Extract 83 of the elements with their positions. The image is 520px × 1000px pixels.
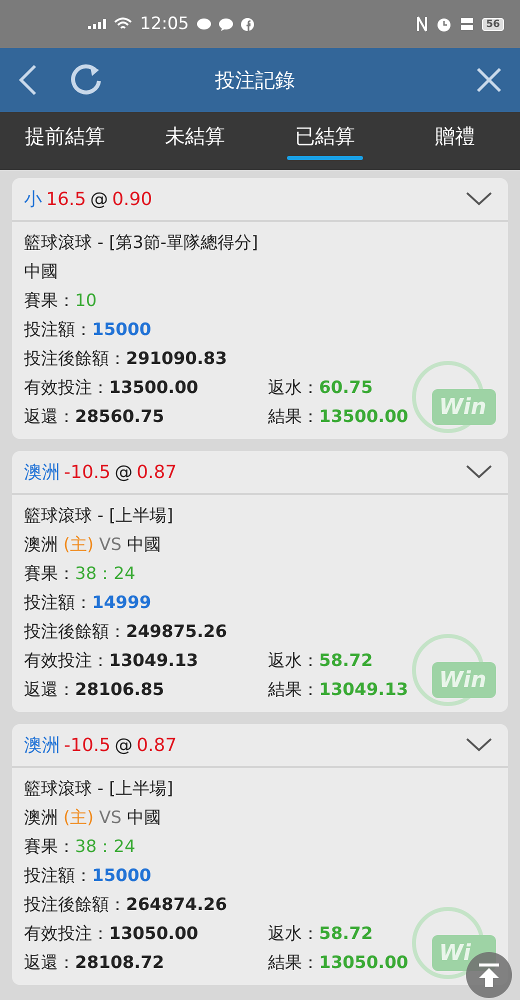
return-value: 28560.75 (75, 406, 164, 426)
home-tag: (主) (63, 533, 94, 556)
rebate-value: 58.72 (319, 924, 373, 944)
home-tag: (主) (63, 806, 94, 829)
stake-value: 15000 (92, 320, 152, 340)
tab[interactable]: 提前結算 (0, 112, 130, 170)
result-value: 38：24 (75, 563, 136, 585)
balance-value: 264874.26 (126, 894, 228, 914)
signal-icon (88, 19, 106, 29)
bet-line: 16.5 (46, 188, 86, 210)
rebate-value: 60.75 (319, 378, 373, 398)
league-label: 籃球滾球 - [第3節-單隊總得分] (24, 232, 258, 254)
stake-label: 投注額： (24, 319, 92, 341)
balance-label: 投注後餘額： (24, 621, 126, 643)
bet-selection: 澳洲 (24, 461, 60, 484)
return-value: 28106.85 (75, 680, 164, 700)
valid-stake-value: 13050.00 (109, 924, 198, 944)
outcome-value: 13049.13 (319, 680, 408, 700)
page-title: 投注記錄 (214, 66, 296, 94)
outcome-label: 結果： (268, 406, 319, 428)
balance-value: 249875.26 (126, 622, 228, 642)
return-label: 返還： (24, 406, 75, 428)
result-value: 38：24 (75, 836, 136, 858)
outcome-value: 13050.00 (319, 952, 408, 972)
away-team: 中國 (126, 807, 161, 829)
chat-bubble-icon (197, 18, 211, 30)
rebate-label: 返水： (268, 650, 319, 672)
rebate-value: 58.72 (319, 650, 373, 670)
at-sign: @ (114, 734, 133, 756)
balance-label: 投注後餘額： (24, 894, 126, 916)
valid-stake-label: 有效投注： (24, 923, 109, 945)
chat-bubble-icon (219, 18, 233, 30)
home-team: 澳洲 (24, 534, 58, 556)
bet-line: -10.5 (64, 734, 111, 756)
alarm-icon (436, 16, 452, 32)
tab[interactable]: 已結算 (260, 112, 390, 170)
outcome-label: 結果： (268, 952, 319, 974)
versus-label: VS (99, 808, 122, 828)
valid-stake-value: 13500.00 (109, 378, 198, 398)
nfc-icon (416, 16, 428, 32)
bet-odds: 0.87 (136, 734, 177, 756)
balance-value: 291090.83 (126, 348, 228, 368)
rebate-label: 返水： (268, 923, 319, 945)
valid-stake-label: 有效投注： (24, 650, 109, 672)
arrow-up-icon (477, 962, 501, 988)
valid-stake-label: 有效投注： (24, 377, 109, 399)
bet-odds: 0.90 (112, 188, 152, 210)
circle-f-icon (241, 18, 254, 30)
win-stamp: Win (432, 389, 496, 425)
league-label: 籃球滾球 - [上半場] (24, 778, 174, 800)
rebate-label: 返水： (268, 377, 319, 399)
result-value: 10 (75, 290, 97, 310)
win-stamp: Win (432, 662, 496, 698)
tab[interactable]: 未結算 (130, 112, 260, 170)
result-label: 賽果： (24, 563, 75, 585)
outcome-value: 13500.00 (319, 406, 408, 426)
at-sign: @ (114, 462, 133, 482)
team-name: 中國 (24, 261, 58, 283)
result-label: 賽果： (24, 836, 75, 858)
bet-selection: 澳洲 (24, 734, 60, 757)
bet-line: -10.5 (64, 462, 111, 482)
stake-value: 14999 (92, 592, 152, 612)
result-label: 賽果： (24, 290, 75, 312)
wifi-icon (114, 17, 132, 31)
outcome-label: 結果： (268, 679, 319, 701)
away-team: 中國 (126, 534, 161, 556)
valid-stake-value: 13049.13 (109, 650, 198, 670)
bet-odds: 0.87 (136, 462, 177, 482)
league-label: 籃球滾球 - [上半場] (24, 505, 174, 527)
bet-selection: 小 (24, 188, 42, 211)
battery-level: 56 (482, 18, 504, 30)
home-team: 澳洲 (24, 807, 58, 829)
stake-value: 15000 (92, 866, 152, 886)
clock-time: 12:05 (140, 14, 189, 34)
at-sign: @ (90, 188, 108, 210)
balance-label: 投注後餘額： (24, 348, 126, 370)
stake-label: 投注額： (24, 865, 92, 887)
stake-label: 投注額： (24, 592, 92, 614)
tab[interactable]: 贈禮 (390, 112, 520, 170)
return-value: 28108.72 (75, 952, 164, 972)
versus-label: VS (99, 534, 122, 554)
return-label: 返還： (24, 952, 75, 974)
return-label: 返還： (24, 679, 75, 701)
